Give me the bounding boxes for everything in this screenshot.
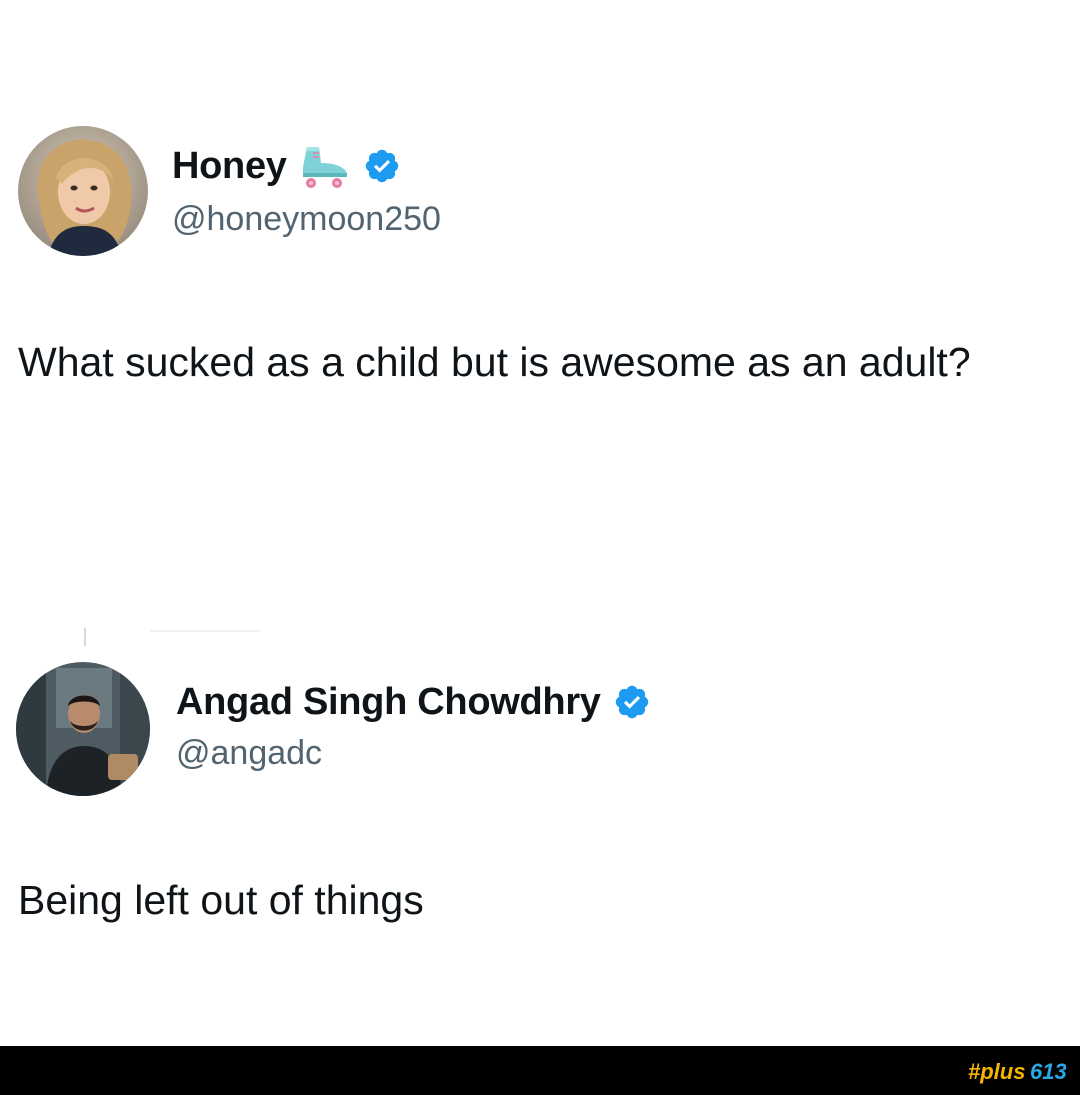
handle[interactable]: @angadc [176,734,322,773]
tweet-text: What sucked as a child but is awesome as… [18,339,971,385]
tweet-reply[interactable]: Angad Singh Chowdhry @angadc Being left … [0,660,1080,923]
avatar[interactable] [18,126,148,256]
display-name[interactable]: Honey [172,145,287,188]
tweet-original[interactable]: Honey @honeymoon250 What sucked as a chi… [0,122,1080,385]
display-name[interactable]: Angad Singh Chowdhry [176,681,601,724]
name-row: Honey [172,142,401,190]
handle[interactable]: @honeymoon250 [172,200,441,239]
name-row: Angad Singh Chowdhry [176,678,651,726]
avatar[interactable] [16,662,150,796]
tweet-header: Honey @honeymoon250 [0,122,1080,262]
bottom-bar: #plus 613 [0,1046,1080,1095]
verified-badge-icon [363,147,401,185]
divider [150,630,260,632]
tweet-text: Being left out of things [18,877,424,923]
roller-skate-icon [297,143,353,189]
reply-connector [84,628,86,646]
watermark-logo: #plus 613 [966,1052,1066,1088]
avatar-image [18,126,148,256]
svg-text:613: 613 [1030,1059,1066,1084]
tweet-header: Angad Singh Chowdhry @angadc [0,660,1080,800]
verified-badge-icon [613,683,651,721]
screenshot: Honey @honeymoon250 What sucked as a chi… [0,0,1080,1095]
avatar-image [16,662,150,796]
svg-text:#plus: #plus [968,1059,1025,1084]
